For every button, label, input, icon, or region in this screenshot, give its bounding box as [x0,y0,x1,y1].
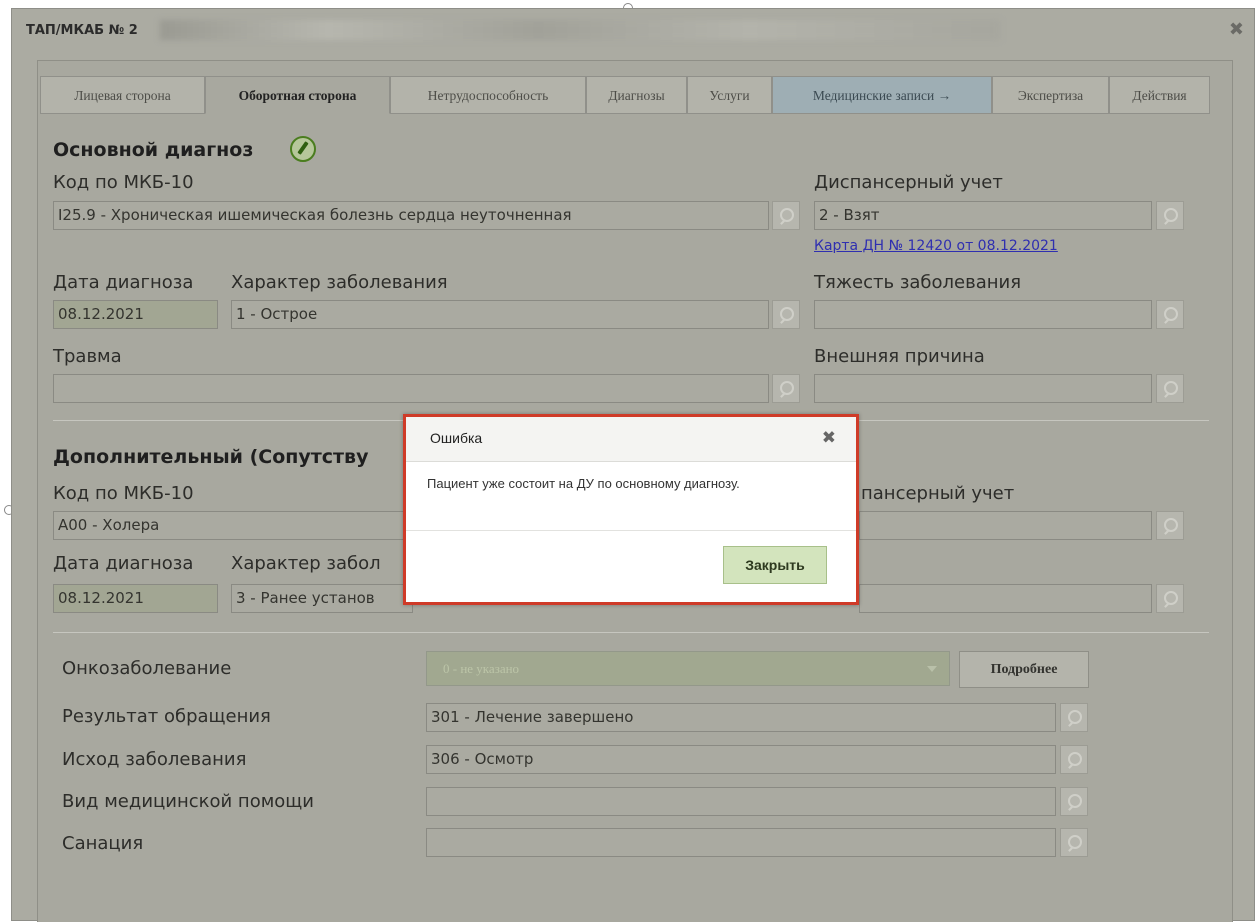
onco-label: Онкозаболевание [62,658,232,679]
additional-nature-label: Характер забол [231,553,381,574]
close-icon[interactable]: ✖ [1229,19,1244,40]
onco-select-value: 0 - не указано [443,661,520,676]
date-label: Дата диагноза [53,272,194,293]
blurred-title-area [160,20,1000,40]
icd-field[interactable]: I25.9 - Хроническая ишемическая болезнь … [53,201,769,230]
tab-diagnoses[interactable]: Диагнозы [586,76,687,114]
additional-diagnosis-title: Дополнительный (Сопутству [53,446,369,468]
window-titlebar: ТАП/МКАБ № 2 ✖ [12,9,1254,47]
dialog-message: Пациент уже состоит на ДУ по основному д… [427,476,740,491]
nature-label: Характер заболевания [231,272,448,293]
trauma-field[interactable] [53,374,769,403]
severity-field[interactable] [814,300,1152,329]
additional-dispensary-label: пансерный учет [861,483,1015,504]
additional-severity-lookup-icon[interactable] [1156,584,1184,613]
sanation-field[interactable] [426,828,1056,857]
dispensary-label: Диспансерный учет [814,172,1003,193]
external-cause-lookup-icon[interactable] [1156,374,1184,403]
additional-date-field[interactable]: 08.12.2021 [53,584,218,613]
result-label: Результат обращения [62,706,271,727]
tab-disability[interactable]: Нетрудоспособность [390,76,586,114]
result-lookup-icon[interactable] [1060,703,1088,732]
dispensary-card-link[interactable]: Карта ДН № 12420 от 08.12.2021 [814,238,1058,254]
result-field[interactable]: 301 - Лечение завершено [426,703,1056,732]
error-dialog: Ошибка ✖ Пациент уже состоит на ДУ по ос… [403,414,859,605]
dialog-header: Ошибка ✖ [406,417,856,462]
tab-medical-records[interactable]: Медицинские записи → [772,76,992,114]
dispensary-field[interactable]: 2 - Взят [814,201,1152,230]
external-cause-label: Внешняя причина [814,346,985,367]
exodus-label: Исход заболевания [62,749,247,770]
icd-lookup-icon[interactable] [772,201,800,230]
close-icon[interactable]: ✖ [822,428,836,448]
additional-severity-field[interactable] [859,584,1152,613]
additional-dispensary-lookup-icon[interactable] [1156,511,1184,540]
severity-label: Тяжесть заболевания [814,272,1022,293]
tab-back-side[interactable]: Оборотная сторона [205,76,390,114]
sanation-label: Санация [62,833,144,854]
trauma-label: Травма [53,346,122,367]
onco-select[interactable]: 0 - не указано [426,651,950,686]
tab-services[interactable]: Услуги [687,76,772,114]
sanation-lookup-icon[interactable] [1060,828,1088,857]
chevron-down-icon [927,666,937,672]
additional-icd-field[interactable]: A00 - Холера [53,511,413,540]
additional-dispensary-field[interactable] [859,511,1152,540]
tab-front-side[interactable]: Лицевая сторона [40,76,205,114]
severity-lookup-icon[interactable] [1156,300,1184,329]
exodus-field[interactable]: 306 - Осмотр [426,745,1056,774]
date-field[interactable]: 08.12.2021 [53,300,218,329]
window-title: ТАП/МКАБ № 2 [26,23,138,38]
section-divider-2 [53,632,1209,633]
additional-nature-field[interactable]: 3 - Ранее установ [231,584,413,613]
dispensary-lookup-icon[interactable] [1156,201,1184,230]
dialog-divider [406,530,856,531]
details-button[interactable]: Подробнее [959,651,1089,688]
care-type-label: Вид медицинской помощи [62,791,314,812]
exodus-lookup-icon[interactable] [1060,745,1088,774]
edit-icon[interactable] [290,136,316,162]
dialog-title: Ошибка [430,430,483,446]
tab-actions[interactable]: Действия [1109,76,1210,114]
icd-label: Код по МКБ-10 [53,172,194,193]
nature-field[interactable]: 1 - Острое [231,300,769,329]
tab-expertise[interactable]: Экспертиза [992,76,1109,114]
external-cause-field[interactable] [814,374,1152,403]
trauma-lookup-icon[interactable] [772,374,800,403]
nature-lookup-icon[interactable] [772,300,800,329]
care-type-lookup-icon[interactable] [1060,787,1088,816]
additional-date-label: Дата диагноза [53,553,194,574]
care-type-field[interactable] [426,787,1056,816]
main-diagnosis-title: Основной диагноз [53,139,254,161]
additional-icd-label: Код по МКБ-10 [53,483,194,504]
dialog-close-button[interactable]: Закрыть [723,546,827,584]
